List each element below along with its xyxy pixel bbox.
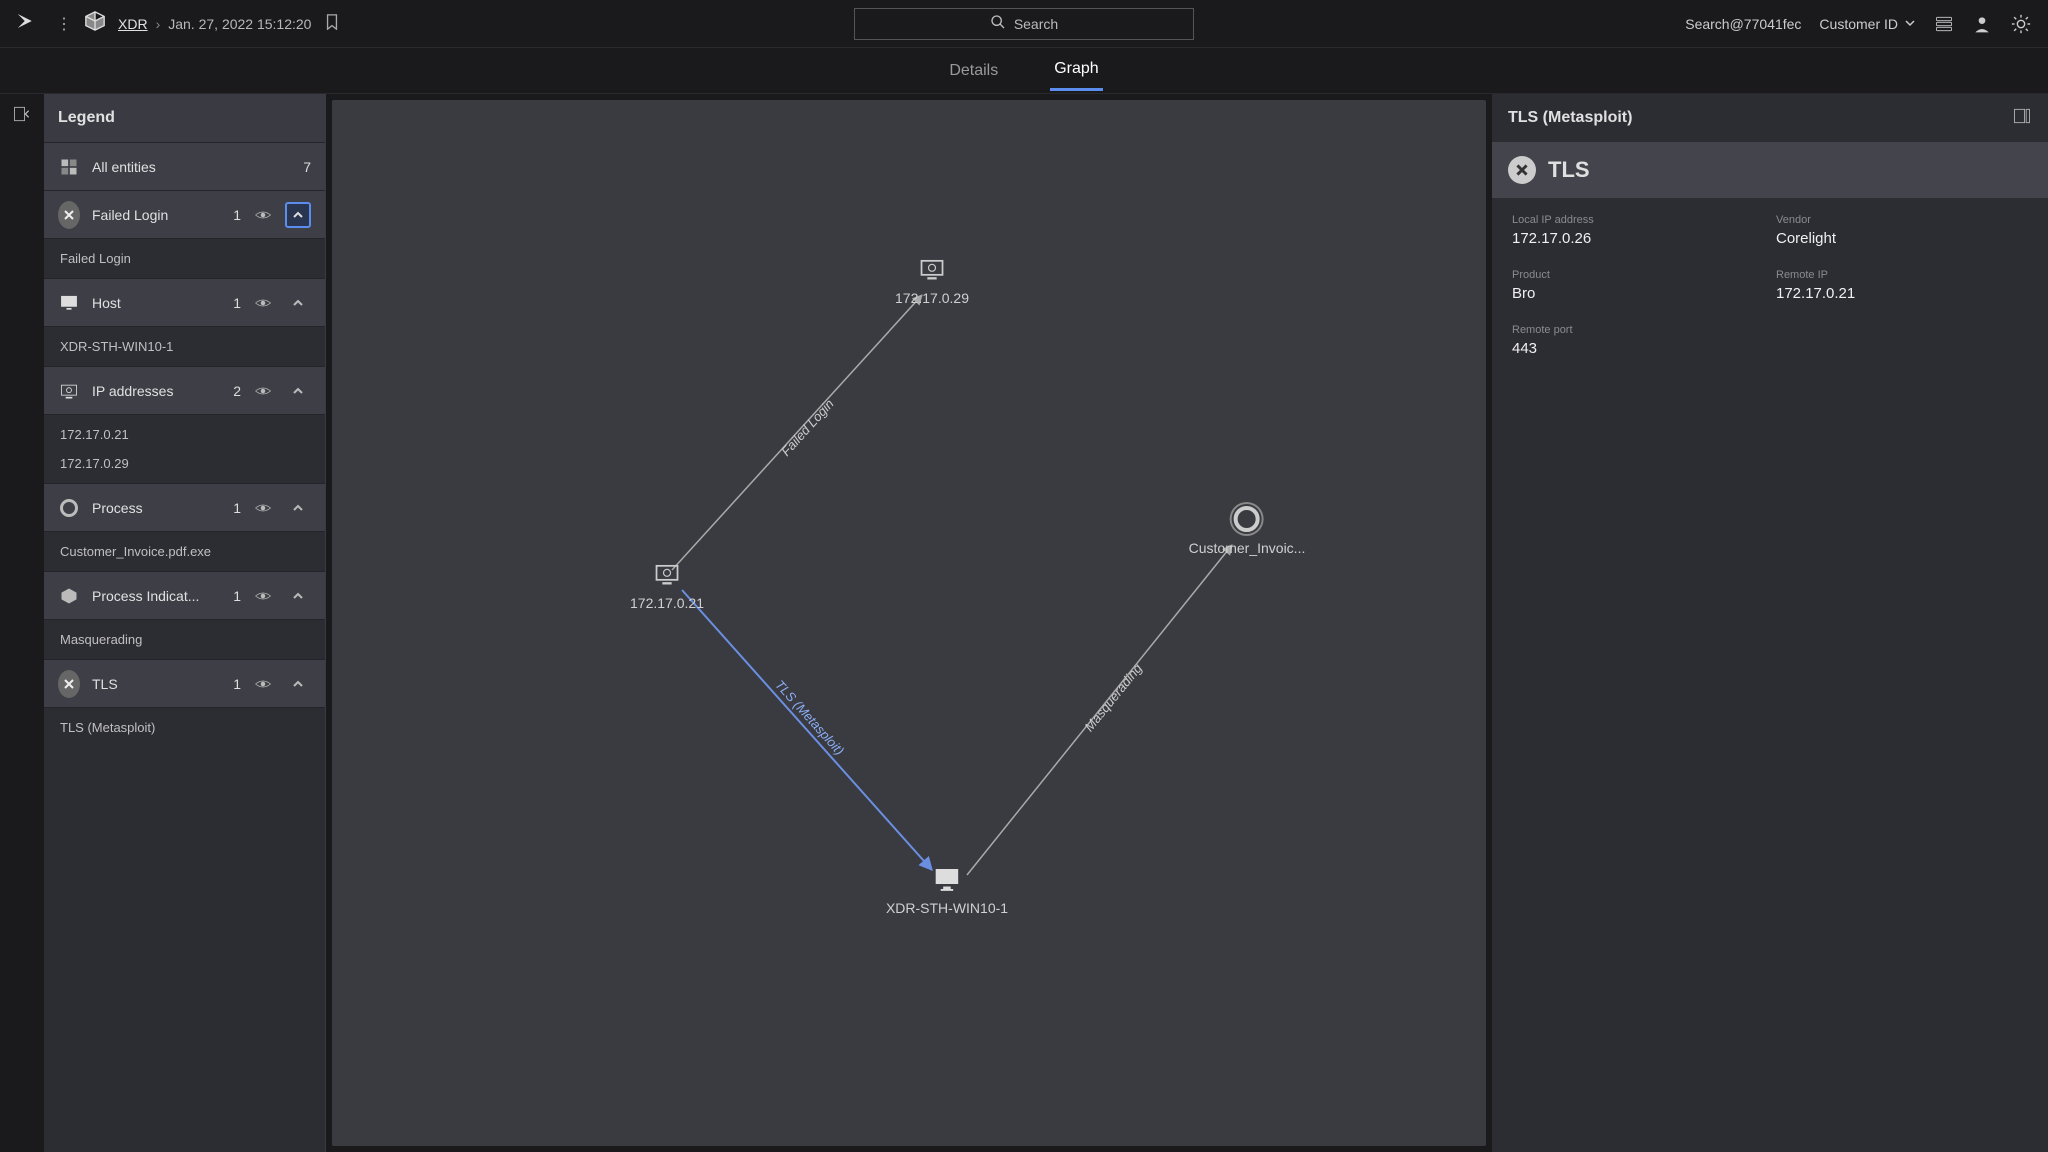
expand-panel-icon[interactable] [2012,106,2032,131]
customer-id-dropdown[interactable]: Customer ID [1819,16,1916,32]
eye-icon[interactable] [253,294,273,312]
tls-badge-icon [1508,156,1536,184]
search-icon [990,14,1006,33]
graph-node-process[interactable]: Customer_Invoic... [1189,504,1306,556]
eye-icon[interactable] [253,499,273,517]
chevron-up-icon[interactable] [285,378,311,404]
legend-row-process[interactable]: Process 1 [44,483,325,531]
search-input[interactable]: Search [854,8,1194,40]
chevron-up-icon[interactable] [285,290,311,316]
user-label: Search@77041fec [1685,16,1801,32]
legend-row-ip[interactable]: IP addresses 2 [44,366,325,414]
host-icon [58,293,80,313]
eye-icon[interactable] [253,675,273,693]
process-node-icon [1232,504,1262,534]
eye-icon[interactable] [253,206,273,224]
failed-login-icon [58,201,80,229]
details-body: Local IP address 172.17.0.26 Vendor Core… [1492,198,2048,373]
tls-icon [58,670,80,698]
settings-gear-icon[interactable] [2010,13,2032,35]
graph-node-ip21[interactable]: 172.17.0.21 [630,559,704,611]
legend-row-process-indicator[interactable]: Process Indicat... 1 [44,571,325,619]
details-title: TLS [1548,157,1590,183]
legend-sub-ip: 172.17.0.21 172.17.0.29 [44,414,325,483]
legend-item-ip21[interactable]: 172.17.0.21 [60,427,309,442]
sidebar-collapse-strip[interactable] [0,94,44,1152]
legend-title: Legend [44,94,325,142]
legend-row-host[interactable]: Host 1 [44,278,325,326]
search-placeholder: Search [1014,16,1058,32]
legend-sub-tls[interactable]: TLS (Metasploit) [44,707,325,747]
cube-icon[interactable] [84,10,106,37]
legend-sub-process[interactable]: Customer_Invoice.pdf.exe [44,531,325,571]
ip-node-icon [652,559,682,589]
topbar-left: ⋮ XDR › Jan. 27, 2022 15:12:20 [16,10,854,37]
chevron-up-icon[interactable] [285,495,311,521]
process-icon [58,499,80,517]
entities-icon [58,157,80,177]
legend-item-ip29[interactable]: 172.17.0.29 [60,456,309,471]
breadcrumb-root[interactable]: XDR [118,16,148,32]
graph-canvas[interactable]: Failed Login TLS (Metasploit) Masqueradi… [332,100,1486,1146]
details-panel-header: TLS (Metasploit) [1492,94,2048,142]
bookmark-icon[interactable] [325,14,339,33]
left-sidebar: Legend All entities 7 Failed Login 1 [0,94,326,1152]
topbar-right: Search@77041fec Customer ID [1194,13,2032,35]
field-remote-ip: Remote IP 172.17.0.21 [1776,269,2028,302]
ip-address-icon [58,381,80,401]
chevron-up-icon[interactable] [285,671,311,697]
chevron-down-icon [1904,16,1916,32]
legend-row-all-entities[interactable]: All entities 7 [44,142,325,190]
falcon-logo-icon[interactable] [16,11,44,36]
process-indicator-icon [58,586,80,606]
graph-node-ip29[interactable]: 172.17.0.29 [895,254,969,306]
top-bar: ⋮ XDR › Jan. 27, 2022 15:12:20 Search Se… [0,0,2048,48]
collapse-panel-icon [12,104,32,129]
field-product: Product Bro [1512,269,1764,302]
tab-graph[interactable]: Graph [1050,50,1102,91]
details-panel: TLS (Metasploit) TLS Local IP address 17… [1492,94,2048,1152]
eye-icon[interactable] [253,587,273,605]
breadcrumb-timestamp: Jan. 27, 2022 15:12:20 [168,16,311,32]
view-tabs: Details Graph [0,48,2048,94]
legend-sub-host[interactable]: XDR-STH-WIN10-1 [44,326,325,366]
field-local-ip: Local IP address 172.17.0.26 [1512,214,1764,247]
chevron-right-icon: › [156,16,161,32]
field-vendor: Vendor Corelight [1776,214,2028,247]
legend-row-failed-login[interactable]: Failed Login 1 [44,190,325,238]
legend-panel: Legend All entities 7 Failed Login 1 [44,94,326,1152]
stack-icon[interactable] [1934,14,1954,34]
main-area: Legend All entities 7 Failed Login 1 [0,94,2048,1152]
user-icon[interactable] [1972,14,1992,34]
chevron-up-icon[interactable] [285,202,311,228]
legend-sub-process-indicator[interactable]: Masquerading [44,619,325,659]
field-remote-port: Remote port 443 [1512,324,1764,357]
tab-details[interactable]: Details [945,52,1002,90]
legend-row-tls[interactable]: TLS 1 [44,659,325,707]
legend-sub-failed-login[interactable]: Failed Login [44,238,325,278]
menu-dots-icon[interactable]: ⋮ [56,14,72,34]
details-title-row: TLS [1492,142,2048,198]
host-node-icon [932,864,962,894]
chevron-up-icon[interactable] [285,583,311,609]
ip-node-icon [917,254,947,284]
graph-node-host[interactable]: XDR-STH-WIN10-1 [886,864,1008,916]
eye-icon[interactable] [253,382,273,400]
breadcrumb: XDR › Jan. 27, 2022 15:12:20 [118,14,339,33]
